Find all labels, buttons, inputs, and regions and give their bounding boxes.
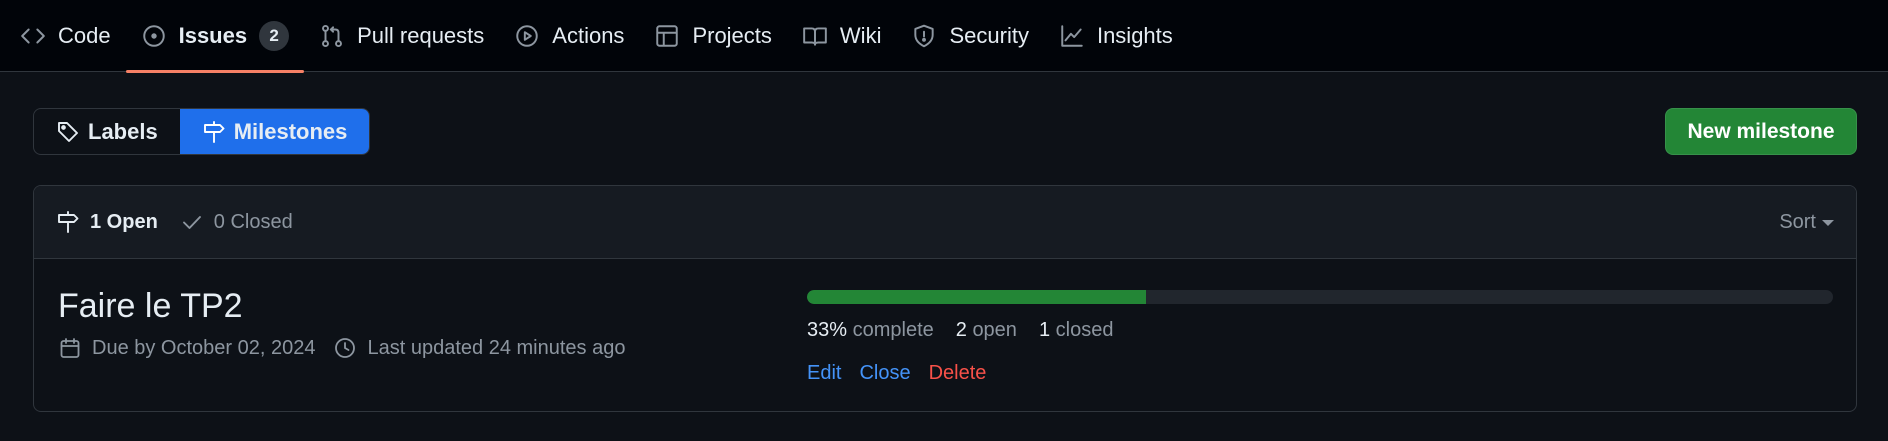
tab-insights[interactable]: Insights	[1044, 0, 1188, 72]
table-icon	[654, 23, 680, 49]
open-count: 1 Open	[90, 210, 158, 233]
sort-label: Sort	[1779, 211, 1816, 233]
tab-issues-label: Issues	[178, 23, 248, 48]
milestone-icon	[202, 120, 226, 144]
edit-link[interactable]: Edit	[807, 362, 841, 385]
new-milestone-button[interactable]: New milestone	[1665, 108, 1857, 155]
milestone-progress-bar	[807, 290, 1833, 304]
milestones-tab[interactable]: Milestones	[179, 109, 370, 154]
tab-issues[interactable]: Issues 2	[125, 0, 305, 73]
check-icon	[180, 210, 204, 234]
last-updated: Last updated 24 minutes ago	[333, 336, 625, 360]
tab-actions-label: Actions	[552, 23, 625, 48]
milestone-stats: 33% complete 2 open 1 closed	[807, 319, 1135, 342]
milestone-progress-fill	[807, 290, 1146, 304]
tab-projects-label: Projects	[692, 23, 772, 48]
milestone-icon	[56, 210, 80, 234]
play-icon	[514, 23, 540, 49]
tab-code[interactable]: Code	[20, 0, 126, 72]
tab-pull-requests[interactable]: Pull requests	[304, 0, 499, 72]
open-issues-count: 2	[955, 319, 973, 341]
closed-milestones-filter[interactable]: 0 Closed	[180, 210, 293, 234]
closed-issues-label: closed	[1055, 319, 1114, 341]
open-milestones-filter[interactable]: 1 Open	[56, 210, 158, 234]
due-date: Due by October 02, 2024	[58, 336, 315, 360]
complete-label: complete	[852, 319, 934, 341]
tab-wiki-label: Wiki	[839, 23, 882, 48]
issues-count-badge: 2	[259, 21, 290, 51]
shield-icon	[911, 23, 937, 49]
tab-security[interactable]: Security	[896, 0, 1043, 72]
labels-tab[interactable]: Labels	[34, 109, 180, 154]
git-pull-request-icon	[319, 23, 345, 49]
clock-icon	[333, 336, 357, 360]
milestone-actions: Edit Close Delete	[807, 362, 1004, 385]
closed-issues-count: 1	[1038, 319, 1056, 341]
caret-down-icon	[1822, 219, 1834, 226]
calendar-icon	[58, 336, 82, 360]
tab-pull-requests-label: Pull requests	[357, 23, 485, 48]
last-updated-text: Last updated 24 minutes ago	[367, 336, 626, 359]
issue-opened-icon	[141, 23, 167, 49]
code-icon	[20, 23, 46, 49]
closed-count: 0 Closed	[213, 210, 293, 233]
closed-issues-stat[interactable]: 1 closed	[1039, 319, 1114, 342]
open-issues-label: open	[972, 319, 1017, 341]
milestone-meta: Due by October 02, 2024 Last updated 24 …	[58, 336, 643, 360]
tab-code-label: Code	[58, 23, 111, 48]
due-date-text: Due by October 02, 2024	[92, 336, 316, 359]
tab-actions[interactable]: Actions	[499, 0, 639, 72]
tab-wiki[interactable]: Wiki	[787, 0, 897, 72]
labels-milestones-switch: Labels Milestones	[33, 108, 371, 155]
milestone-row: Faire le TP2 Due by October 02, 2024 Las…	[34, 259, 1856, 411]
book-icon	[802, 23, 828, 49]
tab-security-label: Security	[949, 23, 1029, 48]
close-link[interactable]: Close	[859, 362, 910, 385]
open-issues-stat[interactable]: 2 open	[956, 319, 1017, 342]
labels-tab-label: Labels	[88, 118, 158, 144]
complete-stat: 33% complete	[807, 319, 934, 342]
sort-dropdown[interactable]: Sort	[1779, 186, 1834, 259]
milestone-title[interactable]: Faire le TP2	[58, 287, 243, 326]
delete-link[interactable]: Delete	[929, 362, 987, 385]
tab-insights-label: Insights	[1096, 23, 1173, 48]
complete-percent: 33%	[807, 319, 853, 341]
graph-icon	[1059, 23, 1085, 49]
repo-nav: Code Issues 2 Pull requests Actions Proj…	[0, 0, 1888, 73]
milestone-list: 1 Open 0 Closed Sort Faire le TP2 Due by…	[33, 185, 1857, 412]
tab-projects[interactable]: Projects	[639, 0, 786, 72]
tag-icon	[56, 120, 80, 144]
milestone-list-header: 1 Open 0 Closed Sort	[34, 186, 1856, 259]
milestones-tab-label: Milestones	[233, 118, 348, 144]
